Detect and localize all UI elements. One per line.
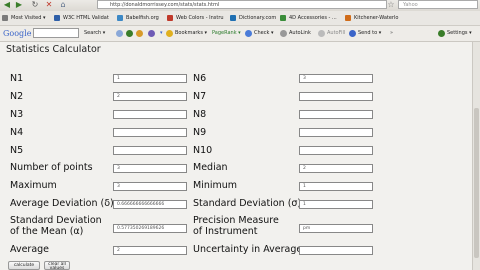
bookmark-item[interactable]: Babelfish.org (117, 13, 159, 23)
n9-label: N9 (193, 127, 207, 138)
kitchener-icon (345, 15, 351, 21)
minimum-output[interactable]: 1 (299, 182, 373, 191)
webcolors-icon (167, 15, 173, 21)
n7-input[interactable] (299, 92, 373, 101)
uncertainty-label: Uncertainty in Average (193, 244, 303, 255)
autofill-icon (318, 30, 325, 37)
bookmark-item[interactable]: Dictionary.com (230, 13, 276, 23)
folder-icon (2, 15, 8, 21)
bookmark-item[interactable]: W3C HTML Validat (54, 13, 109, 23)
n3-label: N3 (10, 109, 24, 120)
n10-input[interactable] (299, 146, 373, 155)
n9-input[interactable] (299, 128, 373, 137)
maximum-label: Maximum (10, 180, 57, 191)
star-icon[interactable] (166, 30, 173, 37)
dictionary-icon (230, 15, 236, 21)
settings-icon (438, 30, 445, 37)
dropdown-chevron[interactable]: ▾ (160, 26, 163, 41)
bookmark-item[interactable]: Kitchener-Waterlo (345, 13, 398, 23)
n2-label: N2 (10, 91, 24, 102)
autolink-button[interactable]: AutoLink (289, 26, 311, 41)
news-icon[interactable] (126, 30, 133, 37)
google-search-button[interactable]: Search ▾ (84, 26, 105, 41)
bookmark-item[interactable]: Web Colors - Instru (167, 13, 224, 23)
page-title: Statistics Calculator (6, 44, 101, 55)
home-icon[interactable]: ⌂ (58, 0, 68, 10)
reload-icon[interactable]: ↻ (30, 0, 40, 10)
settings-button[interactable]: Settings ▾ (447, 26, 472, 41)
std-dev-mean-output[interactable]: 0.577350269189626 (113, 224, 187, 233)
google-toolbar: Google Search ▾ ▾ Bookmarks ▾ PageRank ▾… (0, 26, 480, 42)
n8-input[interactable] (299, 110, 373, 119)
sendto-button[interactable]: Send to ▾ (358, 26, 381, 41)
avg-deviation-output[interactable]: 0.666666666666666 (113, 200, 187, 209)
n5-label: N5 (10, 145, 24, 156)
uncertainty-output[interactable] (299, 246, 373, 255)
scrollbar[interactable] (472, 42, 480, 270)
num-points-label: Number of points (10, 162, 93, 173)
babelfish-icon (117, 15, 123, 21)
num-points-output[interactable]: 3 (113, 164, 187, 173)
std-dev-output[interactable]: 1 (299, 200, 373, 209)
back-icon[interactable]: ◀ (2, 0, 12, 10)
check-button[interactable]: Check ▾ (254, 26, 273, 41)
precision-label-line1: Precision Measure (193, 215, 279, 226)
n7-label: N7 (193, 91, 207, 102)
w3c-icon (54, 15, 60, 21)
gmail-icon[interactable] (148, 30, 155, 37)
autolink-icon (280, 30, 287, 37)
n4-input[interactable] (113, 128, 187, 137)
autofill-button[interactable]: AutoFill (327, 26, 345, 41)
bookmark-star-icon[interactable]: ☆ (386, 0, 396, 10)
accessories-icon (280, 15, 286, 21)
google-logo: Google (3, 29, 32, 38)
n6-input[interactable]: 3 (299, 74, 373, 83)
n1-input[interactable]: 1 (113, 74, 187, 83)
pin-icon[interactable] (136, 30, 143, 37)
n5-input[interactable] (113, 146, 187, 155)
precision-label-line2: of Instrument (193, 226, 258, 237)
precision-input[interactable]: pm (299, 224, 373, 233)
sendto-icon (349, 30, 356, 37)
forward-icon[interactable]: ▶ (14, 0, 24, 10)
url-bar[interactable]: http://donaldmorrissey.com/stats/stats.h… (97, 0, 387, 9)
minimum-label: Minimum (193, 180, 238, 191)
web-icon[interactable] (116, 30, 123, 37)
search-input[interactable]: Yahoo (398, 0, 478, 9)
median-output[interactable]: 2 (299, 164, 373, 173)
google-search-input[interactable] (33, 28, 79, 38)
std-dev-mean-label-line2: of the Mean (α) (10, 226, 84, 237)
bookmark-item[interactable]: 4D Accessories - ... (280, 13, 337, 23)
maximum-output[interactable]: 3 (113, 182, 187, 191)
n4-label: N4 (10, 127, 24, 138)
n10-label: N10 (193, 145, 213, 156)
clear-all-button[interactable]: clear all values (44, 261, 70, 270)
bookmarks-button[interactable]: Bookmarks ▾ (175, 26, 207, 41)
spellcheck-icon (245, 30, 252, 37)
average-label: Average (10, 244, 50, 255)
stop-icon[interactable]: ✕ (44, 0, 54, 10)
avg-deviation-label: Average Deviation (δ) (10, 198, 114, 209)
n3-input[interactable] (113, 110, 187, 119)
std-dev-label: Standard Deviation (σ) (193, 198, 302, 209)
calculate-button[interactable]: calculate (8, 261, 40, 270)
more-button[interactable]: » (390, 26, 393, 41)
bookmark-item[interactable]: Most Visited ▾ (2, 13, 46, 23)
scrollbar-thumb[interactable] (474, 108, 479, 258)
n6-label: N6 (193, 73, 207, 84)
n1-label: N1 (10, 73, 24, 84)
std-dev-mean-label-line1: Standard Deviation (10, 215, 102, 226)
pagerank-button[interactable]: PageRank ▾ (212, 26, 241, 41)
median-label: Median (193, 162, 228, 173)
average-output[interactable]: 2 (113, 246, 187, 255)
bookmarks-bar: Most Visited ▾ W3C HTML Validat Babelfis… (0, 11, 480, 26)
n8-label: N8 (193, 109, 207, 120)
n2-input[interactable]: 2 (113, 92, 187, 101)
